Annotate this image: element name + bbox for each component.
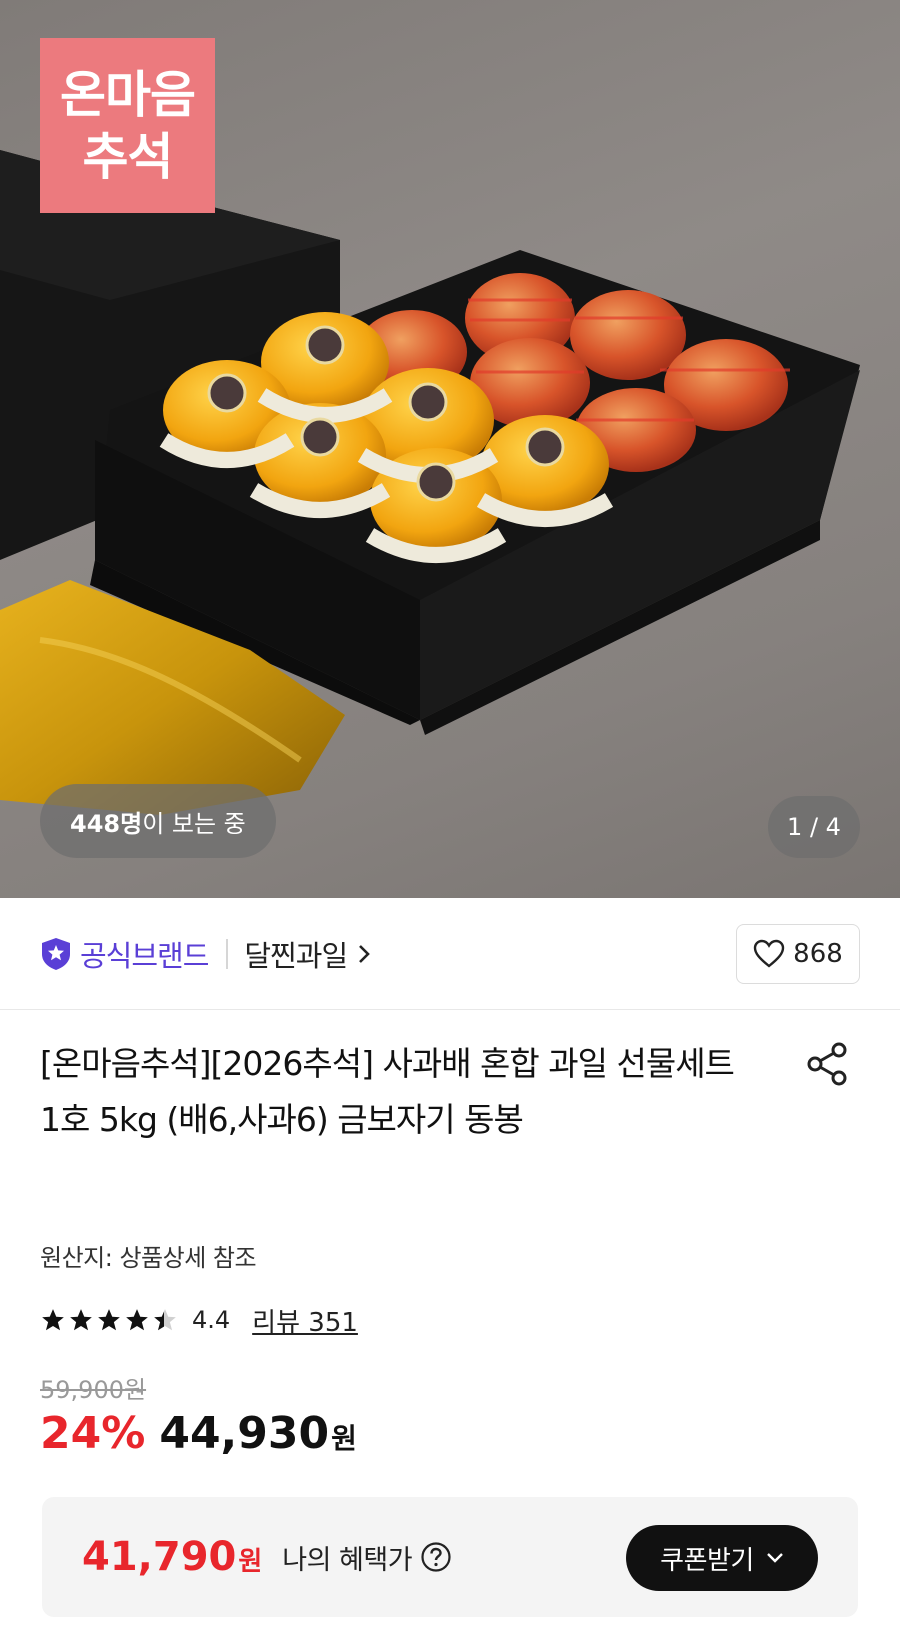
half-star-icon (154, 1309, 176, 1331)
benefit-label: 나의 혜택가 (282, 1544, 413, 1576)
help-icon[interactable] (420, 1541, 452, 1573)
rating-row: 4.4 리뷰 351 (40, 1302, 358, 1338)
viewers-suffix: 이 보는 중 (142, 809, 246, 838)
promo-badge-line1: 온마음 (60, 65, 196, 124)
share-icon[interactable] (806, 1042, 850, 1086)
chevron-right-icon (359, 944, 370, 963)
brand-divider (226, 938, 229, 969)
brand-row: 공식브랜드 달찐과일 868 (0, 898, 900, 1010)
promo-badge: 온마음 추석 (40, 38, 215, 213)
promo-badge-line2: 추석 (82, 127, 174, 186)
sale-price: 44,930 (159, 1408, 330, 1459)
official-brand-label: 공식브랜드 (80, 938, 209, 973)
viewers-indicator: 448명 이 보는 중 (40, 784, 276, 858)
benefit-price: 41,790원 (82, 1534, 262, 1580)
original-price: 59,900원 (40, 1376, 147, 1404)
image-counter: 1 / 4 (768, 796, 860, 858)
sale-price-currency: 원 (331, 1422, 357, 1455)
benefit-price-value: 41,790 (82, 1534, 237, 1580)
product-image-carousel[interactable]: 온마음 추석 448명 이 보는 중 1 / 4 (0, 0, 900, 898)
rating-value: 4.4 (192, 1306, 231, 1334)
benefit-box: 41,790원 나의 혜택가 쿠폰받기 (42, 1497, 858, 1617)
heart-icon (753, 939, 785, 968)
chevron-down-icon (766, 1553, 783, 1563)
coupon-button[interactable]: 쿠폰받기 (626, 1525, 818, 1591)
like-button[interactable]: 868 (736, 924, 860, 984)
star-rating (40, 1307, 180, 1333)
coupon-button-label: 쿠폰받기 (660, 1545, 754, 1576)
star-icon (98, 1309, 120, 1331)
sale-price-row: 24% 44,930 원 (40, 1408, 357, 1459)
star-icon (70, 1309, 92, 1331)
store-link[interactable]: 달찐과일 (244, 933, 371, 975)
product-title: [온마음추석][2026추석] 사과배 혼합 과일 선물세트 1호 5kg (배… (40, 1044, 735, 1139)
discount-rate: 24% (40, 1408, 146, 1459)
store-name: 달찐과일 (244, 938, 348, 973)
benefit-price-currency: 원 (238, 1547, 263, 1577)
like-count: 868 (793, 939, 843, 969)
official-brand-icon (42, 937, 70, 970)
review-link[interactable]: 리뷰 351 (252, 1302, 358, 1339)
origin-info: 원산지: 상품상세 참조 (40, 1244, 257, 1272)
viewers-count: 448명 (70, 809, 143, 838)
star-icon (42, 1309, 64, 1331)
star-icon (126, 1309, 148, 1331)
